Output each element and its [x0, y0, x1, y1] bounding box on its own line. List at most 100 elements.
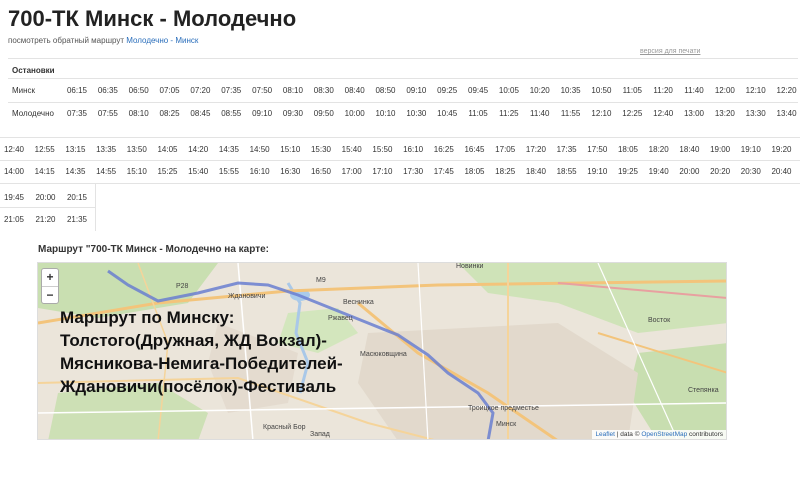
time-cell: 13:35 [96, 145, 117, 154]
time-cell: 17:05 [495, 145, 516, 154]
time-cell: 07:35 [66, 109, 88, 118]
time-cell: 16:30 [280, 167, 301, 176]
time-cell: 18:05 [464, 167, 485, 176]
time-cell: 06:15 [66, 86, 88, 95]
time-cell: 20:00 [679, 167, 700, 176]
map-place-label: Троицкое предместье [468, 405, 539, 412]
time-cell: 14:15 [34, 167, 55, 176]
route-description: Маршрут по Минску: Толстого(Дружная, ЖД … [60, 306, 343, 398]
time-cell: 20:40 [771, 167, 792, 176]
time-cell: 15:40 [188, 167, 209, 176]
time-cell: 17:30 [403, 167, 424, 176]
route-map[interactable]: + − Ждановичи Ржавец Веснинка Масюковщин… [37, 262, 727, 440]
map-title: Маршрут "700-ТК Минск - Молодечно на кар… [38, 244, 270, 255]
time-cell: 16:25 [433, 145, 454, 154]
map-place-label: Масюковщина [360, 351, 407, 358]
time-cell: 11:05 [622, 86, 643, 95]
route-description-line: Толстого(Дружная, ЖД Вокзал)- [60, 331, 327, 350]
time-cell: 14:20 [188, 145, 209, 154]
time-cell: 17:20 [525, 145, 546, 154]
time-cell: 09:10 [252, 109, 273, 118]
time-cell: 13:30 [745, 109, 766, 118]
time-cell: 15:40 [341, 145, 362, 154]
zoom-in-button[interactable]: + [42, 269, 58, 286]
zoom-out-button[interactable]: − [42, 286, 58, 303]
map-road-label: Р28 [176, 283, 189, 290]
time-cell: 08:45 [190, 109, 211, 118]
time-cell: 08:30 [313, 86, 334, 95]
reverse-route-link[interactable]: Молодечно - Минск [126, 36, 198, 45]
time-cell: 19:10 [740, 145, 761, 154]
stops-header: Остановки [12, 66, 55, 75]
time-cell: 14:55 [96, 167, 117, 176]
time-cell: 19:40 [648, 167, 669, 176]
time-cell: 07:50 [252, 86, 273, 95]
time-cell: 18:55 [556, 167, 577, 176]
time-cell: 16:50 [310, 167, 332, 176]
time-cell: 06:35 [97, 86, 118, 95]
time-cell: 14:05 [157, 145, 178, 154]
time-cell: 20:30 [740, 167, 761, 176]
stop-label-molodechno: Молодечно [12, 109, 54, 118]
time-cell: 08:40 [344, 86, 365, 95]
time-cell: 21:05 [3, 215, 25, 224]
time-cell: 17:10 [372, 167, 393, 176]
time-cell: 12:40 [3, 145, 25, 154]
time-cell: 16:10 [249, 167, 270, 176]
map-attribution: Leaflet | data © OpenStreetMap contribut… [592, 430, 726, 439]
time-cell: 11:55 [560, 109, 581, 118]
map-place-label: Красный Бор [263, 424, 306, 431]
time-cell: 14:50 [249, 145, 270, 154]
time-cell: 20:20 [710, 167, 731, 176]
time-cell: 17:50 [587, 145, 608, 154]
osm-link[interactable]: OpenStreetMap [641, 431, 687, 438]
zoom-control: + − [41, 268, 59, 304]
time-cell: 08:25 [159, 109, 180, 118]
time-cell: 12:25 [622, 109, 643, 118]
leaflet-link[interactable]: Leaflet [595, 431, 615, 438]
reverse-route: посмотреть обратный маршрут Молодечно - … [8, 36, 198, 45]
time-cell: 11:25 [499, 109, 519, 118]
table-border [0, 137, 800, 138]
time-cell: 21:35 [66, 215, 88, 224]
time-cell: 18:40 [525, 167, 546, 176]
time-cell: 10:10 [375, 109, 396, 118]
time-cell: 07:05 [159, 86, 180, 95]
time-cell: 06:50 [128, 86, 149, 95]
time-cell: 12:20 [776, 86, 797, 95]
time-cell: 15:10 [126, 167, 147, 176]
time-cell: 11:40 [530, 109, 550, 118]
time-cell: 10:30 [406, 109, 427, 118]
time-cell: 17:35 [556, 145, 577, 154]
time-cell: 10:50 [591, 86, 612, 95]
table-border [8, 78, 798, 79]
print-version-link[interactable]: версия для печати [640, 48, 700, 55]
time-cell: 08:10 [128, 109, 149, 118]
time-cell: 18:40 [679, 145, 700, 154]
time-cell: 15:30 [310, 145, 332, 154]
time-cell: 09:30 [282, 109, 303, 118]
time-cell: 19:45 [3, 193, 25, 202]
route-description-line: Ждановичи(посёлок)-Фестиваль [60, 377, 337, 396]
time-cell: 15:55 [218, 167, 239, 176]
table-border [95, 183, 96, 231]
map-place-label: Ждановичи [228, 293, 266, 300]
time-cell: 09:50 [313, 109, 334, 118]
time-cell: 10:00 [344, 109, 365, 118]
attribution-suffix: contributors [687, 431, 723, 438]
time-cell: 10:35 [560, 86, 581, 95]
time-cell: 20:00 [35, 193, 56, 202]
page-title: 700-ТК Минск - Молодечно [8, 6, 297, 31]
time-cell: 09:25 [437, 86, 458, 95]
map-place-label: Запад [310, 431, 330, 438]
time-cell: 13:40 [776, 109, 797, 118]
time-cell: 08:10 [282, 86, 303, 95]
time-cell: 13:15 [65, 145, 86, 154]
time-cell: 07:55 [97, 109, 118, 118]
map-place-label: Минск [496, 421, 517, 428]
attribution-separator: | data © [614, 431, 642, 438]
time-cell: 19:10 [587, 167, 608, 176]
time-cell: 12:10 [745, 86, 766, 95]
time-cell: 10:05 [498, 86, 519, 95]
time-cell: 18:25 [495, 167, 516, 176]
